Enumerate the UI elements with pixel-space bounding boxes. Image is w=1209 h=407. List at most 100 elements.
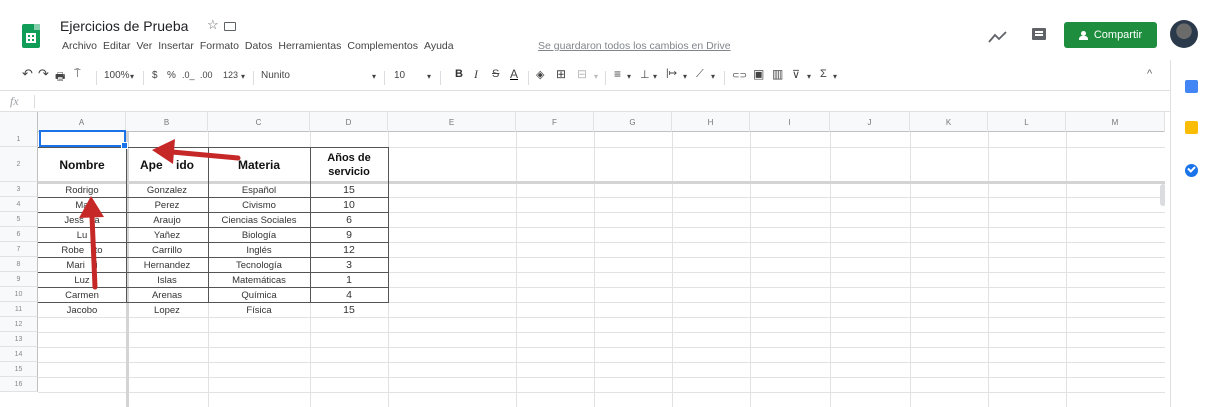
- row-header-11[interactable]: 11: [0, 302, 38, 317]
- table-cell-apellido[interactable]: Perez: [126, 198, 208, 212]
- chevron-down-icon[interactable]: ▾: [241, 72, 245, 81]
- table-cell-apellido[interactable]: Yañez: [126, 228, 208, 242]
- insert-chart-icon[interactable]: ▥: [772, 67, 783, 81]
- vertical-scrollbar[interactable]: [1160, 184, 1165, 206]
- table-cell-anos[interactable]: 15: [310, 183, 388, 197]
- chevron-down-icon[interactable]: ▾: [594, 72, 598, 81]
- chevron-down-icon[interactable]: ▾: [807, 72, 811, 81]
- header-cell-apellido[interactable]: Ape ido: [126, 148, 208, 182]
- menu-archivo[interactable]: Archivo: [62, 40, 97, 52]
- text-color-button[interactable]: A: [510, 67, 518, 81]
- user-avatar[interactable]: [1170, 20, 1198, 48]
- table-cell-anos[interactable]: 12: [310, 243, 388, 257]
- text-wrap-icon[interactable]: |↦: [666, 68, 677, 79]
- column-header-e[interactable]: E: [388, 112, 516, 132]
- table-cell-materia[interactable]: Español: [208, 183, 310, 197]
- column-header-h[interactable]: H: [672, 112, 750, 132]
- borders-icon[interactable]: ⊞: [556, 67, 566, 81]
- chevron-down-icon[interactable]: ▾: [130, 72, 134, 81]
- row-header-14[interactable]: 14: [0, 347, 38, 362]
- calendar-icon[interactable]: [1185, 80, 1198, 93]
- comments-icon[interactable]: [1032, 28, 1046, 40]
- menu-ver[interactable]: Ver: [136, 40, 152, 52]
- table-cell-anos[interactable]: 1: [310, 273, 388, 287]
- column-header-k[interactable]: K: [910, 112, 988, 132]
- table-cell-anos[interactable]: 9: [310, 228, 388, 242]
- folder-icon[interactable]: [224, 22, 236, 31]
- column-header-d[interactable]: D: [310, 112, 388, 132]
- table-cell-apellido[interactable]: Lopez: [126, 303, 208, 317]
- decrease-decimal-button[interactable]: .0_: [182, 70, 195, 80]
- table-cell-nombre[interactable]: Robe to: [38, 243, 126, 257]
- paint-format-icon[interactable]: ⍑: [74, 68, 81, 81]
- chevron-down-icon[interactable]: ▾: [833, 72, 837, 81]
- table-cell-materia[interactable]: Matemáticas: [208, 273, 310, 287]
- row-header-2[interactable]: 2: [0, 147, 38, 182]
- table-cell-apellido[interactable]: Carrillo: [126, 243, 208, 257]
- table-cell-nombre[interactable]: Carmen: [38, 288, 126, 302]
- document-title[interactable]: Ejercicios de Prueba: [60, 18, 188, 34]
- table-cell-nombre[interactable]: Luz: [38, 273, 126, 287]
- row-header-13[interactable]: 13: [0, 332, 38, 347]
- functions-icon[interactable]: Σ: [820, 68, 827, 80]
- table-cell-materia[interactable]: Civismo: [208, 198, 310, 212]
- menu-formato[interactable]: Formato: [200, 40, 239, 52]
- text-rotation-icon[interactable]: ⟋: [696, 68, 704, 81]
- italic-button[interactable]: I: [474, 67, 478, 82]
- more-formats-button[interactable]: 123: [223, 70, 238, 80]
- table-cell-nombre[interactable]: Ma: [38, 198, 126, 212]
- horizontal-align-icon[interactable]: ≡: [614, 67, 621, 81]
- currency-format-button[interactable]: $: [152, 70, 158, 81]
- chevron-down-icon[interactable]: ▾: [372, 72, 376, 81]
- keep-notes-icon[interactable]: [1185, 121, 1198, 134]
- table-cell-materia[interactable]: Química: [208, 288, 310, 302]
- zoom-select[interactable]: 100%: [104, 70, 130, 81]
- header-cell-anos-servicio[interactable]: Años de servicio: [310, 148, 388, 182]
- table-cell-nombre[interactable]: Lu: [38, 228, 126, 242]
- select-all-corner[interactable]: [0, 112, 38, 132]
- chevron-down-icon[interactable]: ▾: [683, 72, 687, 81]
- column-header-a[interactable]: A: [38, 112, 126, 132]
- header-cell-nombre[interactable]: Nombre: [38, 148, 126, 182]
- strikethrough-button[interactable]: S: [492, 68, 499, 80]
- percent-format-button[interactable]: %: [167, 70, 176, 81]
- table-cell-apellido[interactable]: Gonzalez: [126, 183, 208, 197]
- column-header-m[interactable]: M: [1066, 112, 1165, 132]
- chevron-down-icon[interactable]: ▾: [627, 72, 631, 81]
- share-button[interactable]: Compartir: [1064, 22, 1157, 48]
- table-cell-nombre[interactable]: Mari i: [38, 258, 126, 272]
- column-header-g[interactable]: G: [594, 112, 672, 132]
- insert-link-icon[interactable]: ⊂⊃: [732, 70, 747, 81]
- active-cell-a1[interactable]: [39, 130, 128, 149]
- activity-trend-icon[interactable]: [988, 30, 1008, 44]
- row-header-5[interactable]: 5: [0, 212, 38, 227]
- table-cell-nombre[interactable]: Rodrigo: [38, 183, 126, 197]
- table-cell-apellido[interactable]: Arenas: [126, 288, 208, 302]
- column-header-f[interactable]: F: [516, 112, 594, 132]
- table-cell-materia[interactable]: Física: [208, 303, 310, 317]
- save-status-link[interactable]: Se guardaron todos los cambios en Drive: [538, 40, 731, 52]
- row-header-4[interactable]: 4: [0, 197, 38, 212]
- table-cell-anos[interactable]: 3: [310, 258, 388, 272]
- row-header-9[interactable]: 9: [0, 272, 38, 287]
- menu-herramientas[interactable]: Herramientas: [278, 40, 341, 52]
- menu-ayuda[interactable]: Ayuda: [424, 40, 454, 52]
- row-header-6[interactable]: 6: [0, 227, 38, 242]
- table-cell-anos[interactable]: 6: [310, 213, 388, 227]
- increase-decimal-button[interactable]: .00: [200, 70, 213, 80]
- print-icon[interactable]: 🖶: [55, 68, 65, 87]
- formula-bar[interactable]: fx: [0, 90, 1170, 112]
- font-family-select[interactable]: Nunito: [261, 70, 290, 81]
- chevron-down-icon[interactable]: ▾: [653, 72, 657, 81]
- table-cell-anos[interactable]: 15: [310, 303, 388, 317]
- undo-icon[interactable]: ↶: [22, 66, 33, 82]
- merge-cells-icon[interactable]: ⊟: [577, 67, 587, 81]
- column-header-c[interactable]: C: [208, 112, 310, 132]
- table-cell-apellido[interactable]: Araujo: [126, 213, 208, 227]
- row-header-7[interactable]: 7: [0, 242, 38, 257]
- table-cell-materia[interactable]: Ciencias Sociales: [208, 213, 310, 227]
- vertical-align-icon[interactable]: ⊥: [640, 68, 650, 81]
- sheets-logo-icon[interactable]: [22, 24, 40, 48]
- menu-insertar[interactable]: Insertar: [158, 40, 194, 52]
- chevron-down-icon[interactable]: ▾: [427, 72, 431, 81]
